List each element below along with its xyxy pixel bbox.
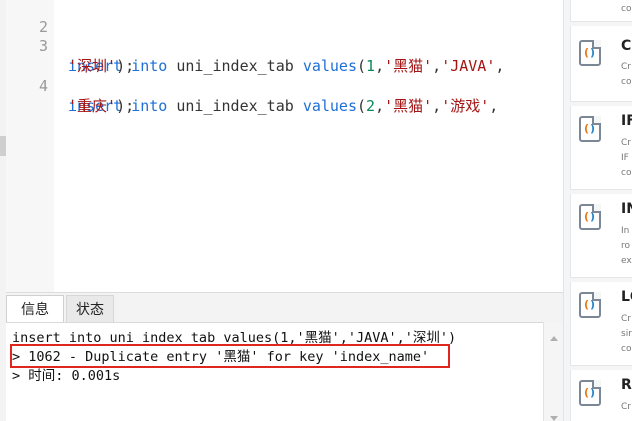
snippet-card[interactable]: () R Cr — [570, 370, 632, 421]
snippet-sidebar: co () C Cr co () IF Cr IF co () IN In ro… — [563, 0, 632, 421]
snippet-card[interactable]: () IF Cr IF co — [570, 106, 632, 190]
snippet-card[interactable]: () IN In ro ex — [570, 194, 632, 278]
tab-status[interactable]: 状态 — [66, 295, 114, 323]
snippet-desc: Cr — [621, 314, 631, 324]
scroll-down-icon[interactable] — [550, 416, 558, 421]
snippet-desc: IF — [621, 153, 629, 163]
snippet-title: LC — [621, 289, 632, 305]
snippet-title: R — [621, 377, 632, 393]
snippet-desc: co — [621, 4, 632, 14]
snippet-card[interactable]: co — [570, 0, 632, 22]
code-line-wrap[interactable]: '重庆'); — [6, 76, 563, 115]
snippet-desc: co — [621, 168, 632, 178]
snippet-desc: Cr — [621, 62, 631, 72]
snippet-title: IN — [621, 201, 632, 217]
code-line[interactable]: 4 insert into uni_index_tab values(2,'黑猫… — [6, 56, 563, 115]
code-line[interactable]: 3 insert into uni_index_tab values(1,'黑猫… — [6, 16, 563, 75]
snippet-card[interactable]: () C Cr co — [570, 26, 632, 102]
snippet-card[interactable]: () LC Cr sir co — [570, 282, 632, 366]
snippet-file-icon: () — [579, 380, 601, 406]
output-time-line: > 时间: 0.001s — [12, 368, 121, 384]
snippet-file-icon: () — [579, 40, 601, 66]
result-tabbar: 信息 状态 — [6, 292, 563, 323]
scroll-up-icon[interactable] — [550, 336, 558, 341]
code-line-wrap[interactable]: '深圳'); — [6, 36, 563, 75]
output-scrollbar[interactable] — [543, 322, 563, 421]
snippet-desc: ex — [621, 256, 632, 266]
code-line[interactable]: 2 — [6, 0, 563, 36]
snippet-title: C — [621, 38, 632, 54]
snippet-file-icon: () — [579, 292, 601, 318]
code-text: '重庆'); — [68, 97, 135, 115]
snippet-desc: Cr — [621, 402, 631, 412]
snippet-desc: co — [621, 77, 632, 87]
snippet-desc: In — [621, 226, 630, 236]
snippet-file-icon: () — [579, 204, 601, 230]
snippet-desc: sir — [621, 329, 632, 339]
snippet-title: IF — [621, 113, 632, 129]
snippet-desc: Cr — [621, 138, 631, 148]
tab-info[interactable]: 信息 — [6, 295, 64, 323]
snippet-desc: ro — [621, 241, 631, 251]
sql-editor[interactable]: 2 3 insert into uni_index_tab values(1,'… — [6, 0, 569, 292]
snippet-file-icon: () — [579, 116, 601, 142]
snippet-desc: co — [621, 344, 632, 354]
error-highlight-box — [10, 344, 450, 368]
message-output: insert into uni_index_tab values(1,'黑猫',… — [6, 322, 543, 421]
